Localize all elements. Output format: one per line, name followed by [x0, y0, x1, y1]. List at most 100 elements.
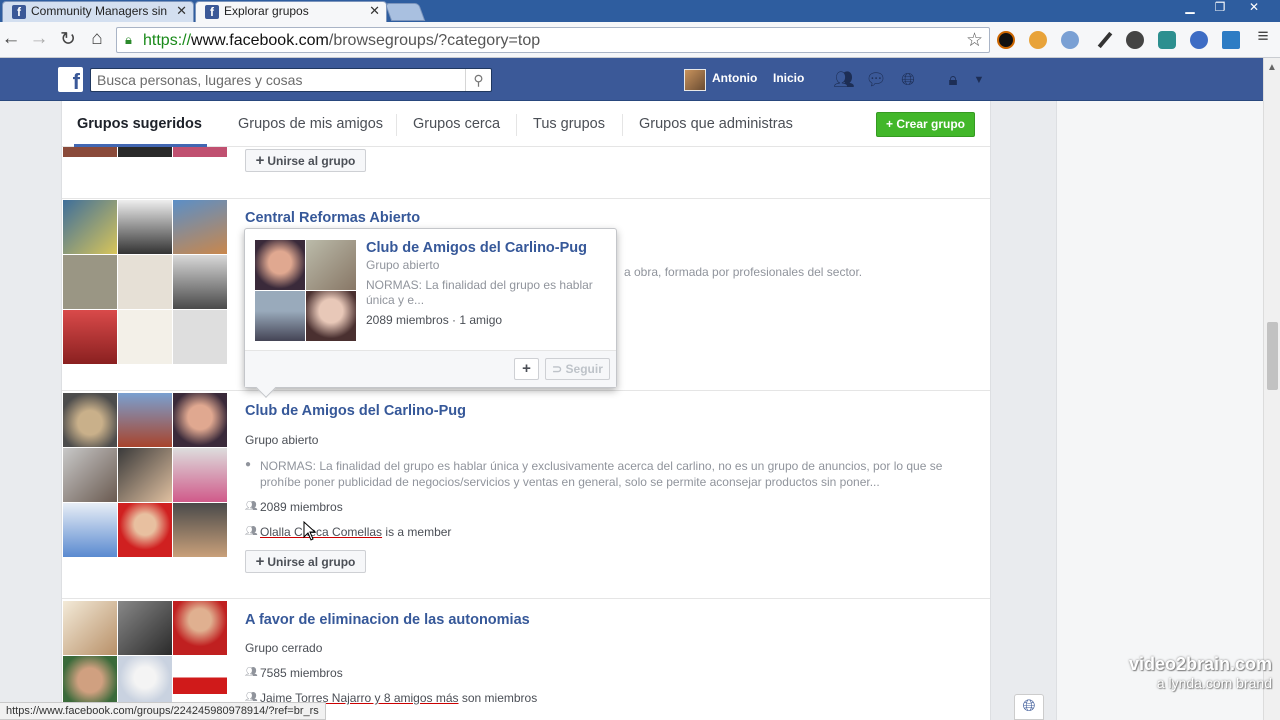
plus-icon: + — [255, 553, 265, 570]
group-thumbnail[interactable] — [63, 503, 117, 557]
extension-icon[interactable] — [1029, 31, 1047, 49]
group-thumbnail[interactable] — [173, 200, 227, 254]
tab-grupos-sugeridos[interactable]: Grupos sugeridos — [77, 116, 202, 132]
hovercard-thumbnail[interactable] — [255, 240, 305, 290]
profile-link[interactable]: Antonio — [712, 71, 757, 85]
group-member-count: 2089 miembros — [260, 500, 343, 514]
hovercard-thumbnail[interactable] — [306, 240, 356, 290]
new-tab-button[interactable] — [384, 3, 426, 21]
group-thumbnail[interactable] — [63, 255, 117, 309]
group-hovercard: Club de Amigos del Carlino-Pug Grupo abi… — [244, 228, 617, 398]
browser-tab-explorar-grupos[interactable]: f Explorar grupos ✕ — [195, 1, 387, 22]
hovercard-group-name[interactable]: Club de Amigos del Carlino-Pug — [366, 240, 587, 256]
hovercard-thumbnail[interactable] — [306, 291, 356, 341]
group-thumbnail[interactable] — [118, 200, 172, 254]
extension-icon[interactable] — [997, 31, 1015, 49]
group-thumbnail[interactable] — [118, 147, 172, 157]
group-thumbnail[interactable] — [63, 448, 117, 502]
follow-button[interactable]: ⊃ Seguir — [545, 358, 610, 380]
group-thumbnail[interactable] — [63, 310, 117, 364]
back-icon[interactable]: ← — [0, 28, 22, 50]
extension-icon[interactable] — [1097, 31, 1113, 49]
hovercard-thumbnail[interactable] — [255, 291, 305, 341]
group-thumbnail[interactable] — [118, 601, 172, 655]
friend-requests-icon[interactable]: 👥︎ — [833, 70, 855, 90]
facebook-logo[interactable]: f — [58, 67, 83, 92]
friend-member-link[interactable]: Olalla Checa Comellas — [260, 525, 382, 539]
hovercard-footer: + ⊃ Seguir — [245, 350, 616, 387]
bookmark-star-icon[interactable]: ☆ — [966, 29, 983, 52]
url-host: www.facebook.com — [191, 32, 329, 49]
group-thumbnail[interactable] — [173, 601, 227, 655]
group-thumbnail[interactable] — [173, 448, 227, 502]
restore-icon[interactable]: ❐ — [1206, 0, 1234, 16]
close-tab-icon[interactable]: ✕ — [176, 3, 187, 19]
rss-icon: ⊃ — [552, 362, 566, 376]
group-thumbnail[interactable] — [118, 503, 172, 557]
group-thumbnail[interactable] — [118, 255, 172, 309]
browser-tab-community-managers[interactable]: f Community Managers sin ✕ — [2, 1, 194, 22]
join-group-button[interactable]: + Unirse al grupo — [245, 149, 366, 172]
join-group-button[interactable]: + Unirse al grupo — [245, 550, 366, 573]
scrollbar-thumb[interactable] — [1267, 322, 1278, 390]
extension-icon[interactable] — [1222, 31, 1240, 49]
search-icon[interactable]: ⚲ — [465, 69, 491, 91]
watermark-line2: a lynda.com brand — [1156, 675, 1272, 691]
address-bar[interactable]: 🔒︎ https://www.facebook.com/browsegroups… — [116, 27, 990, 53]
members-icon: 👥︎ — [245, 667, 258, 678]
reload-icon[interactable]: ↻ — [57, 28, 79, 51]
minimize-icon[interactable]: ▁ — [1176, 0, 1204, 16]
facebook-favicon-icon: f — [12, 5, 26, 19]
home-icon[interactable]: ⌂ — [86, 28, 108, 50]
tab-grupos-cerca[interactable]: Grupos cerca — [413, 116, 500, 132]
create-group-button[interactable]: + Crear grupo — [876, 112, 975, 137]
extension-icon[interactable] — [1158, 31, 1176, 49]
group-name-link[interactable]: A favor de eliminacion de las autonomias — [245, 612, 530, 628]
avatar[interactable] — [684, 69, 706, 91]
extension-icon[interactable] — [1190, 31, 1208, 49]
close-window-icon[interactable]: ✕ — [1236, 0, 1272, 16]
privacy-shortcuts-icon[interactable]: 🔒︎ — [942, 70, 964, 90]
tab-grupos-de-mis-amigos[interactable]: Grupos de mis amigos — [238, 116, 383, 132]
forward-icon[interactable]: → — [28, 28, 50, 50]
messages-icon[interactable]: 💬︎ — [865, 70, 887, 90]
group-thumbnail[interactable] — [63, 393, 117, 447]
friend-member-line: Olalla Checa Comellas is a member — [260, 525, 451, 539]
scroll-up-icon[interactable]: ▲ — [1267, 62, 1277, 73]
mouse-cursor-icon — [303, 521, 317, 541]
lock-icon: 🔒︎ — [125, 32, 132, 47]
facebook-top-bar: f ⚲ Antonio Inicio 👥︎ 💬︎ 🌐︎ 🔒︎ ▼ — [0, 58, 1280, 101]
globe-icon[interactable]: 🌐︎ — [1014, 694, 1044, 720]
page-scrollbar[interactable]: ▲ — [1263, 58, 1280, 720]
group-name-link[interactable]: Club de Amigos del Carlino-Pug — [245, 403, 466, 419]
right-column — [1056, 101, 1263, 720]
group-thumbnail[interactable] — [63, 601, 117, 655]
chevron-down-icon[interactable]: ▼ — [968, 70, 990, 90]
group-thumbnail[interactable] — [173, 310, 227, 364]
tab-tus-grupos[interactable]: Tus grupos — [533, 116, 605, 132]
group-thumbnail[interactable] — [173, 393, 227, 447]
search-input[interactable] — [97, 72, 457, 88]
menu-icon[interactable]: ≡ — [1252, 26, 1274, 48]
extension-icon[interactable] — [1061, 31, 1079, 49]
group-thumbnail[interactable] — [118, 310, 172, 364]
group-thumbnail[interactable] — [118, 393, 172, 447]
group-privacy-type: Grupo abierto — [245, 433, 319, 447]
group-thumbnail[interactable] — [173, 147, 227, 157]
group-thumbnail[interactable] — [173, 255, 227, 309]
tab-grupos-que-administras[interactable]: Grupos que administras — [639, 116, 793, 132]
groups-tabs: Grupos sugeridos Grupos de mis amigos Gr… — [62, 101, 990, 147]
add-group-button[interactable]: + — [514, 358, 539, 380]
group-thumbnail[interactable] — [173, 503, 227, 557]
active-tab-indicator — [74, 144, 207, 147]
group-thumbnail[interactable] — [63, 147, 117, 157]
extension-icon[interactable] — [1126, 31, 1144, 49]
group-name-link[interactable]: Central Reformas Abierto — [245, 210, 420, 226]
friend-member-suffix: is a member — [385, 525, 452, 539]
notifications-globe-icon[interactable]: 🌐︎ — [897, 70, 919, 90]
group-thumbnail[interactable] — [118, 448, 172, 502]
browser-tab-bar: f Community Managers sin ✕ f Explorar gr… — [0, 0, 1280, 22]
close-tab-icon[interactable]: ✕ — [369, 3, 380, 19]
home-link[interactable]: Inicio — [773, 71, 804, 85]
group-thumbnail[interactable] — [63, 200, 117, 254]
